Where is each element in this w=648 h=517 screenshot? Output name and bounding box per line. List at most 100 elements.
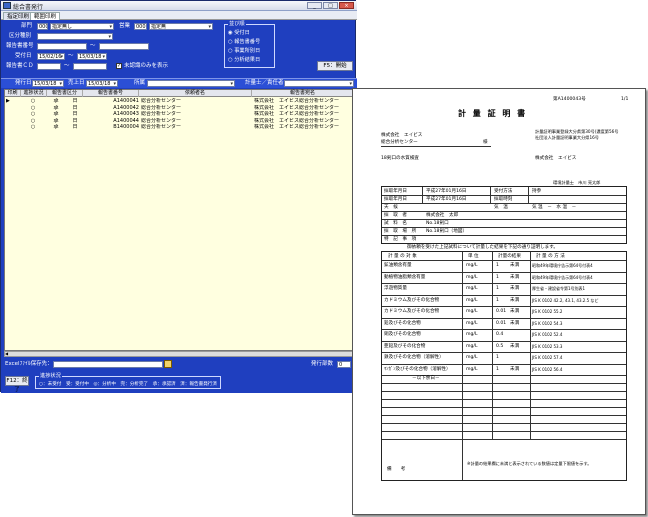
start-button[interactable]: F5：開始 <box>317 61 353 71</box>
row-kubun: 承 <box>53 117 59 124</box>
folder-icon[interactable] <box>164 360 172 368</box>
result-header-cell: 計 量 の 方 法 <box>536 253 565 259</box>
table-row[interactable]: ○ 承 日 B1400004 総合分析センター 株式会社 エイビス総合分析センター <box>5 124 353 130</box>
sort-option-report-number[interactable]: ○ 報告書番号 <box>228 39 260 46</box>
row-pointer-icon <box>6 105 20 111</box>
row-client-name: 総合分析センター <box>141 111 182 117</box>
radio-icon: ○ <box>228 48 233 54</box>
result-item: 鉱油類含有量 <box>384 263 412 268</box>
kubun-label: 区分種別 <box>9 33 32 39</box>
eigyo-code-input[interactable]: 000 <box>134 23 147 30</box>
sort-option-result-date[interactable]: ○ 分析結果日 <box>228 57 260 64</box>
close-button[interactable]: × <box>339 2 354 9</box>
col-number[interactable]: 報告書番号 <box>83 90 139 97</box>
radio-selected-icon: ◉ <box>228 30 233 36</box>
row-type: 日 <box>72 111 78 117</box>
shozoku-select[interactable] <box>147 80 235 87</box>
busho-select[interactable]: 指定無し <box>50 23 114 30</box>
result-table-header: 計 量 の 対 象 単 位 計量の結果 計 量 の 方 法 <box>382 252 626 260</box>
hakkou-date-input[interactable]: 15/03/18 <box>32 80 64 87</box>
row-type: 日 <box>72 124 78 130</box>
exit-button[interactable]: F12：終了 <box>5 376 29 393</box>
uketsuke-to-input[interactable]: 15/03/18 <box>77 53 107 60</box>
col-addressee[interactable]: 報告書宛名 <box>252 90 353 97</box>
footer-bar: F12：終了 進捗状況 ○：未受付 受：受付中 ◎：分析中 完：分析完了 承：承… <box>1 373 357 393</box>
result-item: 鉛及びその化合物 <box>384 320 421 326</box>
result-note: 未満 <box>510 366 520 372</box>
remarks-label: 備 考 <box>387 467 406 472</box>
app-icon <box>3 2 11 9</box>
result-method: JIS K 0102 53.3 <box>532 343 563 349</box>
miho-label: 報告書ＣＤ <box>6 63 34 69</box>
miho-to-input[interactable] <box>73 63 107 70</box>
horizontal-scrollbar[interactable]: ◀ <box>4 351 354 357</box>
result-unit: mg/L <box>466 366 478 372</box>
result-value: 0.01 <box>496 309 507 314</box>
sort-option-uketsuke[interactable]: ◉ 受付日 <box>228 30 250 37</box>
report-number-from-input[interactable] <box>37 43 87 50</box>
radio-icon: ○ <box>228 57 233 63</box>
result-value: 1 <box>496 286 499 291</box>
table-rule <box>382 294 626 296</box>
table-row[interactable]: ▶ ○ 承 日 A1400041 総合分析センター 株式会社 エイビス総合分析センター <box>5 98 353 104</box>
result-table: 計 量 の 対 象単 位計量の結果計 量 の 方 法鉱油類含有量 mg/L 1 未満昭… <box>381 251 627 481</box>
report-grid: 印刷 進捗状況 報告書区分 報告書番号 依頼者名 報告書宛名 ▶ ○ 承日 A1400… <box>4 89 354 351</box>
info-label-2: 受付方法 <box>494 188 513 194</box>
result-unit: mg/L <box>466 332 478 337</box>
sort-option-jigyosho[interactable]: ○ 事業所別日 <box>228 48 260 55</box>
table-rule <box>528 187 529 203</box>
col-kubun[interactable]: 報告書区分 <box>47 90 83 97</box>
uriage-date-input[interactable]: 15/03/18 <box>86 80 118 87</box>
scroll-left-icon[interactable]: ◀ <box>5 352 10 356</box>
result-value: 1 <box>496 297 499 303</box>
tab-shitei[interactable]: 指定印刷 <box>3 12 34 20</box>
maximize-button[interactable]: □ <box>323 2 338 9</box>
result-item: 動植物油脂類含有量 <box>384 274 426 280</box>
excel-path-input[interactable] <box>53 361 163 368</box>
issued-count-input[interactable]: 0 <box>337 361 351 368</box>
keiryoshi-select[interactable] <box>284 80 354 87</box>
info-value: No.18剣口 <box>426 220 449 226</box>
result-unit: mg/L <box>466 263 478 268</box>
tab-hani[interactable]: 範囲印刷 <box>30 12 61 20</box>
uketsuke-from-input[interactable]: 15/02/16 <box>37 53 65 60</box>
eigyo-select[interactable]: 指定無 <box>149 23 213 30</box>
table-rule <box>382 423 626 424</box>
table-row[interactable]: ○ 承 日 A1400044 総合分析センター 株式会社 エイビス総合分析センター <box>5 118 353 124</box>
row-type: 日 <box>72 104 78 111</box>
report-number-to-input[interactable] <box>99 43 149 50</box>
result-item: カドミウム及びその化合物 <box>384 309 440 314</box>
result-item: 浮遊物質量 <box>384 286 407 291</box>
row-status: ○ <box>30 98 36 104</box>
result-value: 0.5 <box>496 343 504 349</box>
row-pointer-icon <box>6 111 20 117</box>
col-client[interactable]: 依頼者名 <box>139 90 252 97</box>
col-status[interactable]: 進捗状況 <box>21 90 47 97</box>
result-note: 未満 <box>510 263 520 268</box>
recipient-company: 株式会社 エイビス <box>381 133 423 138</box>
minimize-button[interactable]: _ <box>307 2 322 9</box>
table-rule <box>382 399 626 400</box>
row-report-number: A1400041 <box>113 98 139 104</box>
miho-from-input[interactable] <box>37 63 61 70</box>
table-rule <box>382 431 626 432</box>
table-rule <box>492 252 493 439</box>
table-row[interactable]: ○ 承 日 A1400043 総合分析センター 株式会社 エイビス総合分析センター <box>5 111 353 117</box>
status-legend-text: ○：未受付 受：受付中 ◎：分析中 完：分析完了 承：承認済 済：報告書発行済 <box>39 382 217 387</box>
result-note: 未満 <box>510 286 520 291</box>
table-rule <box>382 439 626 440</box>
result-method: JIS K 0102 52.4 <box>532 332 563 337</box>
info-label: 特 記 事 項 <box>384 236 417 242</box>
col-print[interactable]: 印刷 <box>5 90 21 97</box>
table-rule <box>382 227 626 228</box>
row-kubun: 承 <box>53 104 59 111</box>
miho-checkbox[interactable]: ✓ <box>116 63 122 69</box>
result-header-cell: 計量の結果 <box>498 253 521 259</box>
busho-code-input[interactable]: 000 <box>37 23 48 30</box>
info-value-2: 持参 <box>532 188 542 194</box>
table-row[interactable]: ○ 承 日 A1400042 総合分析センター 株式会社 エイビス総合分析センター <box>5 105 353 111</box>
info-value-2: 気 温 － 水 温 － <box>532 204 577 210</box>
kubun-select[interactable] <box>37 33 113 40</box>
info-label-2: 採取時刻 <box>494 196 513 202</box>
table-rule <box>382 260 626 261</box>
